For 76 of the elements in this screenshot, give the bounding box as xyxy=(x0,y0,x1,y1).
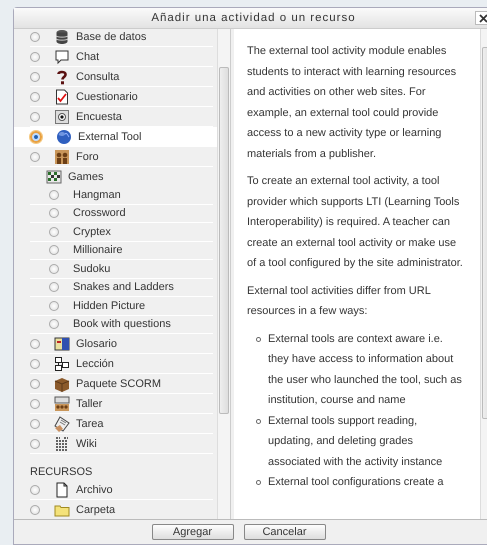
activity-option[interactable]: Lección xyxy=(30,354,213,374)
radio-button[interactable] xyxy=(49,282,59,292)
radio-button[interactable] xyxy=(30,418,40,428)
activity-option[interactable]: Foro xyxy=(30,147,213,167)
activity-option[interactable]: Crossword xyxy=(30,204,213,223)
globe-icon xyxy=(56,128,72,144)
radio-button[interactable] xyxy=(30,112,40,122)
checkerboard-icon xyxy=(46,168,62,184)
activity-option[interactable]: Taller xyxy=(30,394,213,414)
description-paragraph: External tool activities differ from URL resources in a few ways: xyxy=(247,284,432,319)
activity-option[interactable]: External Tool xyxy=(14,127,217,147)
activity-option[interactable]: Consulta xyxy=(30,67,213,87)
resource-option[interactable]: Carpeta xyxy=(30,500,213,519)
radio-button[interactable] xyxy=(30,130,42,142)
bullet-icon xyxy=(256,418,261,424)
activity-option[interactable]: Glosario xyxy=(30,334,213,354)
speech-bubble-icon xyxy=(54,48,70,64)
radio-button[interactable] xyxy=(49,190,59,200)
radio-button[interactable] xyxy=(49,300,59,311)
wiki-icon xyxy=(54,436,70,452)
radio-button[interactable] xyxy=(30,378,40,388)
close-button[interactable] xyxy=(475,11,487,25)
flowchart-icon xyxy=(54,356,70,372)
hand-with-paper-icon xyxy=(54,416,70,432)
activity-option[interactable]: Chat xyxy=(30,47,213,67)
activity-option[interactable]: Tarea xyxy=(30,414,213,434)
close-icon xyxy=(478,14,487,22)
resource-option[interactable]: Archivo xyxy=(30,480,213,500)
bullet-icon xyxy=(256,480,261,485)
survey-icon xyxy=(54,108,70,124)
radio-button[interactable] xyxy=(30,438,40,448)
description-paragraph: The external tool activity module enables students to interact with learning resources and activities on other web sites. For example, an external tool could provide access to a new activity type or learning materials from a publisher. xyxy=(247,44,458,162)
radio-button[interactable] xyxy=(30,72,40,82)
activity-option[interactable]: Hangman xyxy=(30,186,213,204)
radio-button[interactable] xyxy=(30,152,40,162)
add-button[interactable]: Agregar xyxy=(152,524,234,540)
activity-option[interactable]: Snakes and Ladders xyxy=(30,278,213,297)
description-bullet: External tool configurations create a xyxy=(268,475,444,490)
cancel-button[interactable]: Cancelar xyxy=(244,524,326,540)
activity-option[interactable]: Sudoku xyxy=(30,260,213,278)
radio-button[interactable] xyxy=(30,504,40,514)
scrollbar[interactable] xyxy=(217,29,230,519)
group-label: Games xyxy=(68,170,104,182)
radio-button[interactable] xyxy=(30,484,40,494)
workshop-icon xyxy=(54,396,70,412)
radio-button[interactable] xyxy=(30,358,40,368)
radio-button[interactable] xyxy=(30,92,40,102)
radio-button[interactable] xyxy=(49,319,59,330)
document-icon xyxy=(54,482,70,498)
activity-option[interactable]: Cuestionario xyxy=(30,87,213,107)
bullet-icon xyxy=(256,336,261,342)
activity-option[interactable]: Paquete SCORM xyxy=(30,374,213,394)
radio-button[interactable] xyxy=(49,208,59,218)
forum-people-icon xyxy=(54,148,70,164)
window-title: Añadir una actividad o un recurso xyxy=(151,12,356,24)
radio-button[interactable] xyxy=(49,245,59,256)
radio-button[interactable] xyxy=(30,52,40,62)
question-mark-icon xyxy=(54,68,70,84)
activity-option[interactable]: Book with questions xyxy=(30,316,213,334)
activity-option[interactable]: Base de datos xyxy=(30,27,213,47)
description-bullet: External tools are context aware i.e. they have access to information about the user who launched the tool, such as institution, course and name xyxy=(268,332,463,408)
radio-button[interactable] xyxy=(30,32,40,42)
radio-button[interactable] xyxy=(30,338,40,348)
description-bullet: External tools support reading, updating, and deleting grades associated with the activity instance xyxy=(268,414,444,470)
radio-button[interactable] xyxy=(49,226,59,237)
activity-option[interactable]: Hidden Picture xyxy=(30,297,213,316)
radio-button[interactable] xyxy=(30,398,40,408)
activity-option[interactable]: Cryptex xyxy=(30,223,213,242)
section-heading: RECURSOS xyxy=(30,466,92,478)
quiz-sheet-icon xyxy=(54,88,70,104)
radio-button[interactable] xyxy=(49,264,59,274)
book-icon xyxy=(54,336,70,352)
description-paragraph: To create an external tool activity, a tool provider which supports LTI (Learning Tools Interoperability) is required. A teacher can create an external tool activity or make use of a tool configured by the site administrator. xyxy=(247,174,463,271)
activity-option[interactable]: Millionaire xyxy=(30,242,213,260)
package-icon xyxy=(54,376,70,392)
activity-option[interactable]: Wiki xyxy=(30,434,213,454)
